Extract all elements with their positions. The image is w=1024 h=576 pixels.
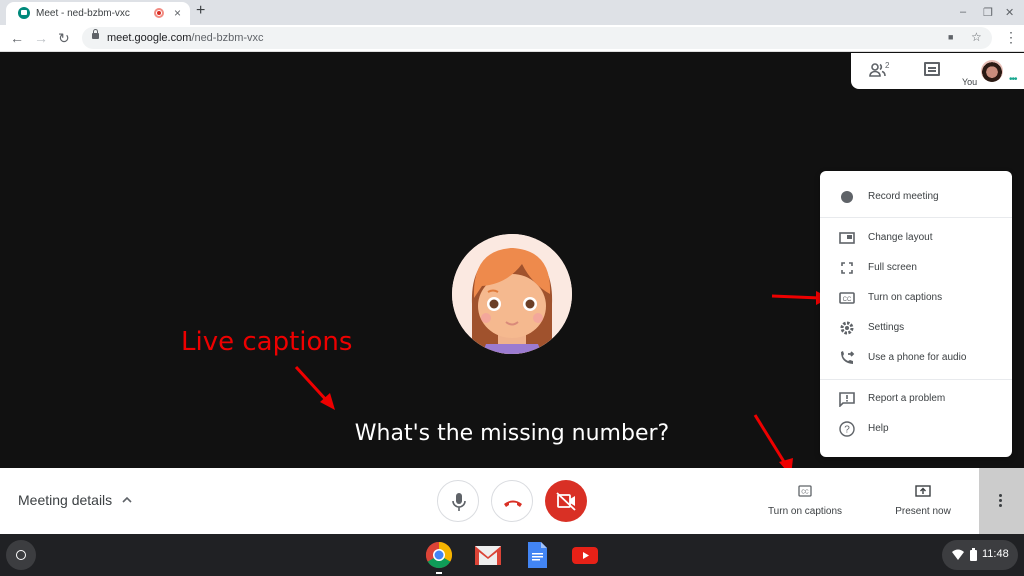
meeting-details-button[interactable]: Meeting details [18,492,112,508]
microphone-icon [452,493,466,511]
camera-off-icon [556,492,576,511]
report-icon [839,391,855,408]
more-vert-icon [999,494,1002,497]
present-now-button[interactable]: Present now [880,484,966,517]
svg-text:CC: CC [801,490,809,496]
meeting-controls-bar: Meeting details CC Turn on captions Pres… [0,468,1024,534]
microphone-button[interactable] [437,480,479,522]
menu-divider [820,379,1012,380]
gmail-app-icon[interactable] [474,541,502,569]
menu-item-turn-on-captions[interactable]: CC Turn on captions [820,283,1012,313]
captions-icon: CC [798,485,812,497]
status-tray[interactable]: 11:48 [942,540,1018,570]
menu-item-full-screen[interactable]: Full screen [820,253,1012,283]
wifi-icon [952,549,964,560]
menu-item-label: Turn on captions [868,292,943,303]
hang-up-icon [504,500,522,507]
more-options-button[interactable] [979,468,1024,534]
turn-on-captions-button[interactable]: CC Turn on captions [760,484,850,517]
menu-item-record-meeting[interactable]: Record meeting [820,182,1012,212]
chrome-app-icon[interactable] [425,541,453,569]
menu-item-report-problem[interactable]: Report a problem [820,384,1012,414]
menu-item-label: Full screen [868,262,917,273]
youtube-app-icon[interactable] [571,541,599,569]
menu-item-label: Settings [868,322,905,333]
menu-item-change-layout[interactable]: Change layout [820,223,1012,253]
menu-item-settings[interactable]: Settings [820,313,1012,343]
phone-audio-icon [839,350,855,366]
present-label: Present now [895,506,951,517]
gear-icon [839,320,855,336]
end-call-button[interactable] [491,480,533,522]
captions-label: Turn on captions [767,506,843,517]
menu-item-label: Change layout [868,232,933,243]
arrow-to-caption [294,365,330,404]
menu-item-label: Use a phone for audio [868,352,967,363]
fullscreen-icon [839,260,855,276]
os-shelf: 11:48 [0,534,1024,576]
menu-item-label: Help [868,423,889,434]
battery-icon [970,548,977,561]
menu-divider [820,217,1012,218]
docs-app-icon[interactable] [523,541,551,569]
active-app-indicator [436,572,442,574]
svg-text:?: ? [844,425,850,436]
arrow-to-menu-captions [771,294,821,300]
present-icon [915,485,931,497]
menu-item-label: Report a problem [868,393,946,404]
menu-item-phone-audio[interactable]: Use a phone for audio [820,343,1012,373]
clock: 11:48 [982,548,1009,560]
layout-icon [839,230,855,246]
chevron-up-icon[interactable] [121,493,133,507]
record-icon [839,189,855,205]
menu-item-help[interactable]: ? Help [820,414,1012,444]
camera-toggle-button[interactable] [545,480,587,522]
svg-text:CC: CC [843,297,852,303]
overflow-menu: Record meeting Change layout Full screen… [820,171,1012,457]
launcher-button[interactable] [6,540,36,570]
help-icon: ? [839,421,855,437]
captions-icon: CC [839,290,855,306]
menu-item-label: Record meeting [868,191,939,202]
